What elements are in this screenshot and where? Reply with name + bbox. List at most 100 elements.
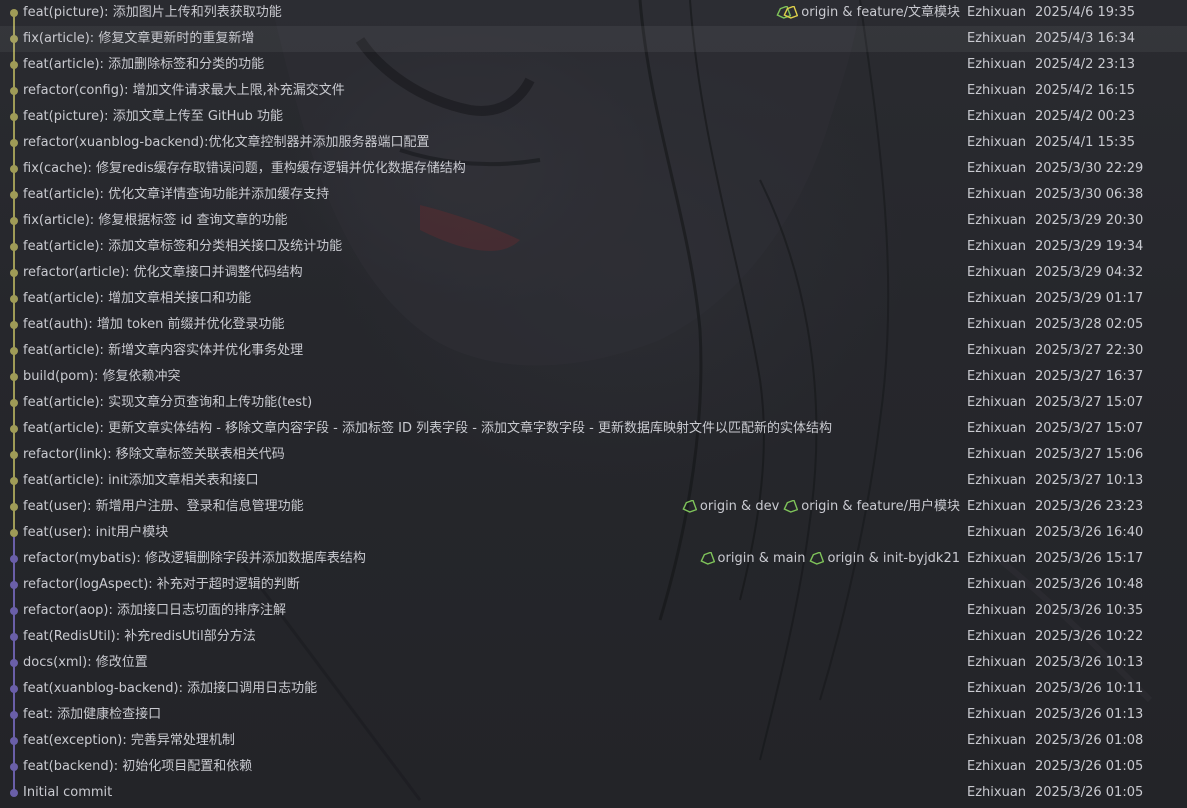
commit-author: Ezhixuan xyxy=(967,239,1027,254)
commit-row[interactable]: refactor(config): 增加文件请求最大上限,补充漏交文件 Ezhix… xyxy=(0,78,1187,104)
commit-author: Ezhixuan xyxy=(967,707,1027,722)
commit-row[interactable]: feat(article): 优化文章详情查询功能并添加缓存支持 Ezhixuan… xyxy=(0,182,1187,208)
branch-ref-label[interactable]: origin & main xyxy=(699,546,806,572)
commit-author: Ezhixuan xyxy=(967,187,1027,202)
commit-row[interactable]: feat(article): 添加文章标签和分类相关接口及统计功能 Ezhixua… xyxy=(0,234,1187,260)
commit-author: Ezhixuan xyxy=(967,655,1027,670)
commit-author: Ezhixuan xyxy=(967,369,1027,384)
commit-message: refactor(aop): 添加接口日志切面的排序注解 xyxy=(23,603,286,618)
commit-author: Ezhixuan xyxy=(967,135,1027,150)
commit-message: refactor(logAspect): 补充对于超时逻辑的判断 xyxy=(23,577,300,592)
branch-ref-label[interactable]: origin & feature/用户模块 xyxy=(783,494,960,520)
commit-row[interactable]: feat(RedisUtil): 补充redisUtil部分方法 Ezhixuan… xyxy=(0,624,1187,650)
commit-date: 2025/3/30 22:29 xyxy=(1035,161,1144,176)
commit-row[interactable]: refactor(logAspect): 补充对于超时逻辑的判断 Ezhixuan… xyxy=(0,572,1187,598)
commit-message: feat(RedisUtil): 补充redisUtil部分方法 xyxy=(23,629,256,644)
commit-row[interactable]: feat(article): 添加删除标签和分类的功能 Ezhixuan 2025/… xyxy=(0,52,1187,78)
commit-message: feat(xuanblog-backend): 添加接口调用日志功能 xyxy=(23,681,318,696)
branch-ref-text: origin & main xyxy=(717,551,806,566)
branch-ref-text: origin & init-byjdk21 xyxy=(827,551,960,566)
commit-message: feat(backend): 初始化项目配置和依赖 xyxy=(23,759,253,774)
commit-message: feat(article): 更新文章实体结构 - 移除文章内容字段 - 添加标… xyxy=(23,421,833,436)
commit-date: 2025/4/1 15:35 xyxy=(1035,135,1135,150)
commit-message: feat(article): 实现文章分页查询和上传功能(test) xyxy=(23,395,313,410)
commit-date: 2025/3/26 01:05 xyxy=(1035,759,1144,774)
commit-row[interactable]: refactor(aop): 添加接口日志切面的排序注解 Ezhixuan 2025… xyxy=(0,598,1187,624)
commit-author: Ezhixuan xyxy=(967,629,1027,644)
commit-row[interactable]: refactor(article): 优化文章接口并调整代码结构 Ezhixuan… xyxy=(0,260,1187,286)
commit-row[interactable]: feat(article): init添加文章相关表和接口 Ezhixuan 202… xyxy=(0,468,1187,494)
commit-date: 2025/3/26 15:17 xyxy=(1035,551,1144,566)
commit-author: Ezhixuan xyxy=(967,759,1027,774)
commit-date: 2025/4/6 19:35 xyxy=(1035,5,1135,20)
commit-row[interactable]: feat(backend): 初始化项目配置和依赖 Ezhixuan 2025/3/… xyxy=(0,754,1187,780)
commit-row[interactable]: refactor(xuanblog-backend):优化文章控制器并添加服务器… xyxy=(0,130,1187,156)
commit-date: 2025/3/27 22:30 xyxy=(1035,343,1144,358)
commit-author: Ezhixuan xyxy=(967,5,1027,20)
commit-row[interactable]: feat(user): 新增用户注册、登录和信息管理功能 origin & dev… xyxy=(0,494,1187,520)
commit-message: fix(article): 修复根据标签 id 查询文章的功能 xyxy=(23,213,288,228)
commit-row[interactable]: feat: 添加健康检查接口 Ezhixuan 2025/3/26 01:13 xyxy=(0,702,1187,728)
commit-date: 2025/4/2 23:13 xyxy=(1035,57,1135,72)
commit-row[interactable]: feat(exception): 完善异常处理机制 Ezhixuan 2025/3/… xyxy=(0,728,1187,754)
commit-author: Ezhixuan xyxy=(967,681,1027,696)
commit-message: refactor(link): 移除文章标签关联表相关代码 xyxy=(23,447,285,462)
commit-message: refactor(config): 增加文件请求最大上限,补充漏交文件 xyxy=(23,83,345,98)
commit-log: feat(picture): 添加图片上传和列表获取功能 origin & fea… xyxy=(0,0,1187,808)
commit-row[interactable]: feat(article): 实现文章分页查询和上传功能(test) Ezhixu… xyxy=(0,390,1187,416)
commit-author: Ezhixuan xyxy=(967,733,1027,748)
commit-author: Ezhixuan xyxy=(967,525,1027,540)
commit-row[interactable]: Initial commit Ezhixuan 2025/3/26 01:05 xyxy=(0,780,1187,806)
commit-message: refactor(mybatis): 修改逻辑删除字段并添加数据库表结构 xyxy=(23,551,366,566)
commit-date: 2025/4/2 16:15 xyxy=(1035,83,1135,98)
commit-date: 2025/3/26 01:13 xyxy=(1035,707,1144,722)
commit-date: 2025/3/27 15:07 xyxy=(1035,421,1144,436)
commit-author: Ezhixuan xyxy=(967,603,1027,618)
commit-row[interactable]: feat(picture): 添加文章上传至 GitHub 功能 Ezhixuan… xyxy=(0,104,1187,130)
commit-row[interactable]: feat(xuanblog-backend): 添加接口调用日志功能 Ezhixu… xyxy=(0,676,1187,702)
commit-message: feat(article): 增加文章相关接口和功能 xyxy=(23,291,252,306)
commit-author: Ezhixuan xyxy=(967,57,1027,72)
commit-refs: origin & feature/文章模块 xyxy=(776,0,960,26)
commit-row[interactable]: fix(cache): 修复redis缓存存取错误问题，重构缓存逻辑并优化数据存… xyxy=(0,156,1187,182)
commit-message: feat(article): 新增文章内容实体并优化事务处理 xyxy=(23,343,304,358)
commit-author: Ezhixuan xyxy=(967,395,1027,410)
commit-refs: origin & main origin & init-byjdk21 xyxy=(699,546,960,572)
commit-message: build(pom): 修复依赖冲突 xyxy=(23,369,181,384)
commit-date: 2025/3/26 10:35 xyxy=(1035,603,1144,618)
commit-row[interactable]: feat(article): 更新文章实体结构 - 移除文章内容字段 - 添加标… xyxy=(0,416,1187,442)
commit-date: 2025/3/29 04:32 xyxy=(1035,265,1144,280)
branch-ref-label[interactable]: origin & feature/文章模块 xyxy=(776,0,960,26)
commit-date: 2025/3/26 01:05 xyxy=(1035,785,1144,800)
commit-message: refactor(xuanblog-backend):优化文章控制器并添加服务器… xyxy=(23,135,430,150)
commit-row[interactable]: docs(xml): 修改位置 Ezhixuan 2025/3/26 10:13 xyxy=(0,650,1187,676)
commit-author: Ezhixuan xyxy=(967,447,1027,462)
tag-icon xyxy=(783,500,799,513)
branch-ref-label[interactable]: origin & dev xyxy=(682,494,779,520)
commit-author: Ezhixuan xyxy=(967,473,1027,488)
tag-pair-icon xyxy=(776,6,799,19)
commit-date: 2025/4/3 16:34 xyxy=(1035,31,1135,46)
commit-author: Ezhixuan xyxy=(967,83,1027,98)
commit-row[interactable]: build(pom): 修复依赖冲突 Ezhixuan 2025/3/27 16:3… xyxy=(0,364,1187,390)
commit-message: feat(user): init用户模块 xyxy=(23,525,169,540)
commit-row[interactable]: feat(article): 增加文章相关接口和功能 Ezhixuan 2025/3… xyxy=(0,286,1187,312)
commit-row[interactable]: feat(auth): 增加 token 前缀并优化登录功能 Ezhixuan 20… xyxy=(0,312,1187,338)
commit-date: 2025/3/26 01:08 xyxy=(1035,733,1144,748)
commit-date: 2025/3/26 23:23 xyxy=(1035,499,1144,514)
commit-date: 2025/3/27 10:13 xyxy=(1035,473,1144,488)
commit-row[interactable]: fix(article): 修复根据标签 id 查询文章的功能 Ezhixuan 2… xyxy=(0,208,1187,234)
commit-message: fix(article): 修复文章更新时的重复新增 xyxy=(23,31,255,46)
commit-message: fix(cache): 修复redis缓存存取错误问题，重构缓存逻辑并优化数据存… xyxy=(23,161,466,176)
commit-row[interactable]: feat(user): init用户模块 Ezhixuan 2025/3/26 16… xyxy=(0,520,1187,546)
branch-ref-label[interactable]: origin & init-byjdk21 xyxy=(809,546,960,572)
commit-message: Initial commit xyxy=(23,785,113,800)
commit-row[interactable]: fix(article): 修复文章更新时的重复新增 Ezhixuan 2025/4… xyxy=(0,26,1187,52)
branch-ref-text: origin & feature/用户模块 xyxy=(801,499,960,514)
commit-row[interactable]: feat(picture): 添加图片上传和列表获取功能 origin & fea… xyxy=(0,0,1187,26)
branch-ref-text: origin & feature/文章模块 xyxy=(801,5,960,20)
commit-row[interactable]: feat(article): 新增文章内容实体并优化事务处理 Ezhixuan 20… xyxy=(0,338,1187,364)
commit-row[interactable]: refactor(link): 移除文章标签关联表相关代码 Ezhixuan 202… xyxy=(0,442,1187,468)
commit-author: Ezhixuan xyxy=(967,161,1027,176)
commit-row[interactable]: refactor(mybatis): 修改逻辑删除字段并添加数据库表结构 orig… xyxy=(0,546,1187,572)
